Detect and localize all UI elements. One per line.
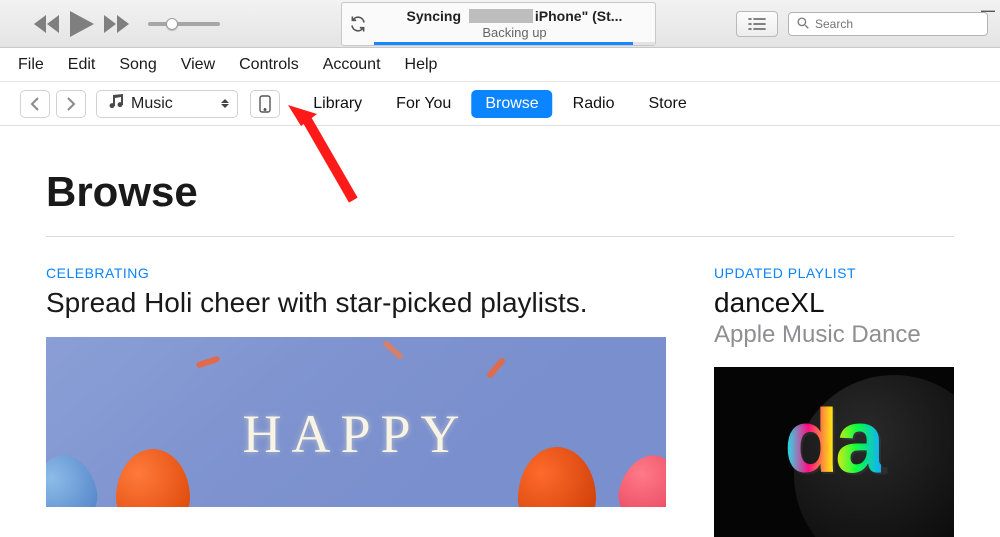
menu-song[interactable]: Song (107, 50, 168, 80)
feature-side-eyebrow: UPDATED PLAYLIST (714, 265, 954, 281)
menu-file[interactable]: File (6, 50, 56, 80)
nav-forward-button[interactable] (56, 90, 86, 118)
feature-main-headline: Spread Holi cheer with star-picked playl… (46, 287, 666, 319)
tab-library[interactable]: Library (299, 90, 376, 118)
sync-status-panel: Syncing iPhone" (St... Backing up (341, 2, 656, 46)
menu-account[interactable]: Account (311, 50, 393, 80)
minimize-button[interactable]: — (980, 2, 996, 18)
play-button[interactable] (70, 11, 94, 37)
tab-browse[interactable]: Browse (471, 90, 552, 118)
transport-controls (34, 11, 130, 37)
feature-side-title: danceXL (714, 287, 954, 319)
menu-view[interactable]: View (169, 50, 227, 80)
menu-controls[interactable]: Controls (227, 50, 311, 80)
list-view-button[interactable] (736, 11, 778, 37)
nav-back-button[interactable] (20, 90, 50, 118)
feature-side-subtitle: Apple Music Dance (714, 321, 954, 349)
menu-bar: File Edit Song View Controls Account Hel… (0, 48, 1000, 82)
page-title: Browse (46, 168, 954, 216)
menu-help[interactable]: Help (393, 50, 450, 80)
menu-edit[interactable]: Edit (56, 50, 108, 80)
sync-icon (342, 15, 374, 33)
tab-store[interactable]: Store (634, 90, 700, 118)
divider (46, 236, 954, 237)
feature-side-artwork[interactable]: da (714, 367, 954, 537)
feature-main-eyebrow: CELEBRATING (46, 265, 666, 281)
media-type-selector[interactable]: Music (96, 90, 238, 118)
search-field[interactable] (788, 12, 988, 36)
sync-status-line1: Syncing iPhone" (St... (407, 8, 623, 24)
media-type-label: Music (131, 95, 173, 113)
feature-main[interactable]: CELEBRATING Spread Holi cheer with star-… (46, 265, 666, 537)
search-input[interactable] (815, 17, 979, 31)
feature-side[interactable]: UPDATED PLAYLIST danceXL Apple Music Dan… (714, 265, 954, 537)
next-button[interactable] (104, 15, 130, 33)
feature-main-artwork[interactable]: HAPPY (46, 337, 666, 507)
tab-radio[interactable]: Radio (559, 90, 629, 118)
hero-text: HAPPY (242, 403, 469, 507)
content-area: Browse CELEBRATING Spread Holi cheer wit… (0, 126, 1000, 537)
redacted-device-name (469, 9, 533, 23)
player-bar: Syncing iPhone" (St... Backing up — (0, 0, 1000, 48)
device-button[interactable] (250, 90, 280, 118)
sync-status-line2: Backing up (482, 25, 546, 40)
section-tabs: Library For You Browse Radio Store (299, 90, 700, 118)
sync-progress-bar (374, 42, 655, 45)
music-note-icon (107, 93, 123, 114)
search-icon (797, 16, 809, 32)
window-controls: — (980, 2, 996, 18)
toolbar: Music Library For You Browse Radio Store (0, 82, 1000, 126)
chevron-updown-icon (221, 99, 229, 108)
previous-button[interactable] (34, 15, 60, 33)
tab-for-you[interactable]: For You (382, 90, 465, 118)
glitch-text: da (784, 391, 881, 494)
volume-slider[interactable] (148, 22, 220, 26)
